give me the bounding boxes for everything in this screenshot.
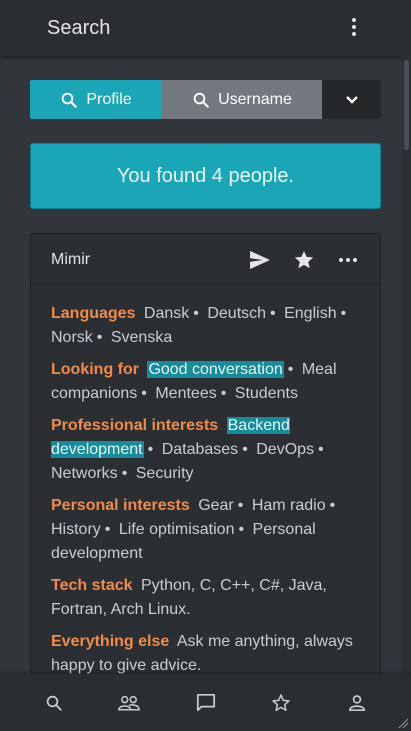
chevron-down-icon (345, 95, 358, 104)
card-body: Languages Dansk • Deutsch • English • Norsk… (31, 285, 380, 678)
section-label: Languages (51, 305, 136, 322)
results-summary-text: You found 4 people. (116, 164, 295, 187)
page-title: Search (47, 16, 111, 39)
chat-icon[interactable] (195, 692, 217, 714)
list-item: Ham radio (251, 497, 326, 514)
section-label: Professional interests (51, 417, 219, 434)
results-summary: You found 4 people. (30, 143, 381, 209)
list-item: Students (234, 385, 298, 402)
everything-else-section: Everything else Ask me anything, always … (51, 630, 360, 678)
bottom-nav (0, 674, 411, 731)
list-item: History (51, 521, 101, 538)
section-label: Tech stack (51, 577, 133, 594)
list-item: Security (135, 465, 194, 482)
personal-interests-section: Personal interests Gear • Ham radio • Hist… (51, 497, 336, 562)
list-item: English (284, 305, 337, 322)
list-item: Norsk (51, 329, 93, 346)
list-item: Mentees (155, 385, 217, 402)
scrollbar[interactable] (402, 56, 411, 674)
matched-item: Good conversation (147, 361, 284, 378)
list-item: DevOps (256, 441, 315, 458)
more-vert-icon[interactable] (344, 18, 364, 38)
star-icon[interactable] (291, 247, 317, 273)
list-item: Gear (198, 497, 234, 514)
languages-section: Languages Dansk • Deutsch • English • Norsk… (51, 305, 347, 346)
tech-stack-section: Tech stack Python, C, C++, C#, Java, For… (51, 574, 360, 622)
profile-search-button[interactable]: Profile (30, 80, 162, 119)
search-icon (62, 92, 78, 108)
profile-card[interactable]: Mimir Languages Dansk • Deutsch • English •… (30, 233, 381, 693)
list-item: Dansk (143, 305, 190, 322)
person-icon[interactable] (346, 692, 368, 714)
username-search-label: Username (218, 90, 292, 108)
profile-search-label: Profile (86, 90, 132, 108)
star-icon[interactable] (270, 692, 292, 714)
resize-grip-icon[interactable] (397, 717, 409, 729)
search-icon (193, 92, 209, 108)
list-item: Svenska (110, 329, 173, 346)
username-search-button[interactable]: Username (162, 80, 322, 119)
search-mode-selector: Profile Username (30, 80, 381, 119)
search-icon[interactable] (43, 692, 65, 714)
section-label: Looking for (51, 361, 139, 378)
profile-name: Mimir (51, 251, 91, 268)
list-item: Databases (161, 441, 239, 458)
professional-interests-section: Professional interests Backend developme… (51, 417, 324, 482)
list-item: Life optimisation (118, 521, 235, 538)
send-icon[interactable] (247, 247, 273, 273)
app-bar: Search (0, 0, 411, 56)
looking-for-section: Looking for Good conversation • Meal comp… (51, 361, 337, 402)
list-item: Networks (51, 465, 118, 482)
section-label: Personal interests (51, 497, 190, 514)
scrollbar-thumb[interactable] (404, 60, 409, 150)
list-item: Deutsch (207, 305, 267, 322)
search-options-dropdown[interactable] (322, 80, 381, 119)
people-icon[interactable] (118, 692, 140, 714)
card-header: Mimir (31, 234, 380, 285)
more-horiz-icon[interactable] (335, 247, 361, 273)
section-label: Everything else (51, 633, 170, 650)
